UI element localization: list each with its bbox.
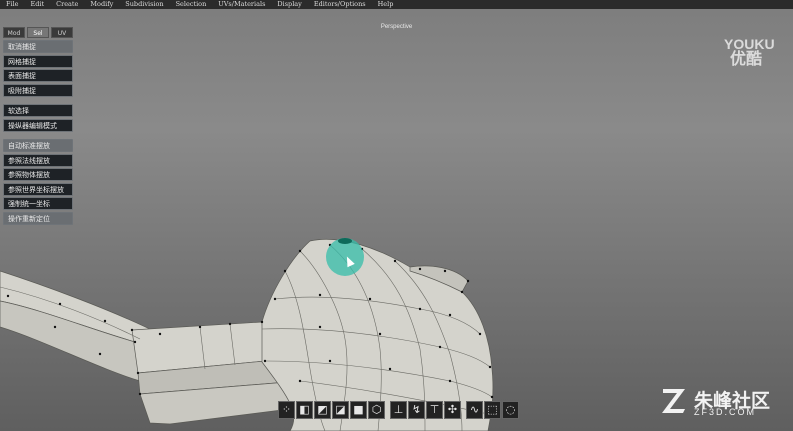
- scale-tool-icon[interactable]: ⊤: [426, 401, 443, 419]
- viewport-title: Perspective: [380, 24, 413, 30]
- youku-logo-text: YOUKU: [724, 36, 775, 52]
- vertex-snap-icon[interactable]: ⁘: [278, 401, 295, 419]
- menu-uvs-materials[interactable]: UVs/Materials: [212, 0, 271, 9]
- cube-side-icon[interactable]: ◪: [332, 401, 349, 419]
- tab-uv[interactable]: UV: [51, 27, 73, 38]
- youku-watermark: YOUKU 优酷: [724, 36, 775, 68]
- menu-create[interactable]: Create: [50, 0, 84, 9]
- bottom-toolbar: ⁘ ◧ ◩ ◪ ■ ⬡ ⊥ ↯ ⊤ ✣ ∿ ⬚ ◌: [278, 401, 519, 423]
- panel-tabs: Mod Sel UV: [3, 27, 73, 38]
- force-unify-coord-button[interactable]: 强制统一坐标: [3, 197, 73, 210]
- menu-bar: File Edit Create Modify Subdivision Sele…: [0, 0, 793, 9]
- marquee-select-icon[interactable]: ⬚: [484, 401, 501, 419]
- attach-snap-button[interactable]: 吸附捕捉: [3, 83, 73, 97]
- tab-mod[interactable]: Mod: [3, 27, 25, 38]
- zf3d-logo-icon: [662, 389, 685, 413]
- menu-modify[interactable]: Modify: [84, 0, 119, 9]
- menu-file[interactable]: File: [0, 0, 25, 9]
- universal-tool-icon[interactable]: ✣: [444, 401, 461, 419]
- mesh-object[interactable]: [0, 9, 793, 431]
- menu-subdivision[interactable]: Subdivision: [119, 0, 169, 9]
- soft-select-button[interactable]: 软选择: [3, 104, 73, 117]
- world-coord-place-button[interactable]: 参照世界坐标摆放: [3, 182, 73, 196]
- manipulator-edit-mode-button[interactable]: 操纵器编辑模式: [3, 118, 73, 132]
- snap-cancel-button[interactable]: 取消捕捉: [3, 40, 73, 53]
- normal-place-button[interactable]: 参照法线摆放: [3, 153, 73, 167]
- menu-editors-options[interactable]: Editors/Options: [308, 0, 372, 9]
- tab-sel[interactable]: Sel: [27, 27, 49, 38]
- youku-logo-cn: 优酷: [730, 51, 763, 68]
- move-tool-icon[interactable]: ⊥: [390, 401, 407, 419]
- face-icon[interactable]: ◧: [296, 401, 313, 419]
- lasso-select-icon[interactable]: ◌: [502, 401, 519, 419]
- auto-standard-place-button[interactable]: 自动标准摆放: [3, 139, 73, 152]
- sphere-icon[interactable]: ⬡: [368, 401, 385, 419]
- cube-solid-icon[interactable]: ■: [350, 401, 367, 419]
- object-place-button[interactable]: 参照物体摆放: [3, 168, 73, 181]
- rotate-tool-icon[interactable]: ↯: [408, 401, 425, 419]
- surface-snap-button[interactable]: 表面捕捉: [3, 69, 73, 82]
- cursor-highlight-core: [338, 238, 352, 244]
- zf3d-site-url: ZF3D.COM: [694, 407, 756, 417]
- menu-display[interactable]: Display: [271, 0, 307, 9]
- grid-snap-button[interactable]: 网格捕捉: [3, 54, 73, 68]
- cube-front-icon[interactable]: ◩: [314, 401, 331, 419]
- menu-selection[interactable]: Selection: [170, 0, 213, 9]
- curve-icon[interactable]: ∿: [466, 401, 483, 419]
- menu-help[interactable]: Help: [372, 0, 400, 9]
- perspective-viewport[interactable]: Perspective: [0, 9, 793, 431]
- tool-panel: Mod Sel UV 取消捕捉 网格捕捉 表面捕捉 吸附捕捉 软选择 操纵器编辑…: [3, 27, 73, 226]
- menu-edit[interactable]: Edit: [25, 0, 51, 9]
- reposition-button[interactable]: 操作重新定位: [3, 211, 73, 225]
